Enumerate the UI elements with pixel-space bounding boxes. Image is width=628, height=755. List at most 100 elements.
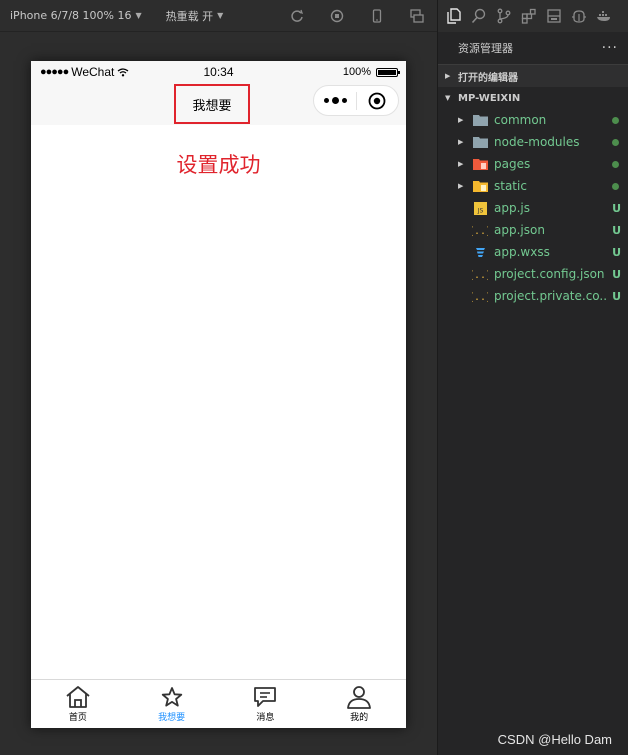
- static-folder-icon: [472, 179, 488, 193]
- chevron-right-icon: ▶: [458, 138, 464, 146]
- tree-item-app-json[interactable]: {..} app.json U: [438, 219, 628, 241]
- svg-text:JS: JS: [476, 207, 483, 214]
- source-control-tab[interactable]: [496, 8, 512, 24]
- watermark: CSDN @Hello Dam: [497, 732, 612, 747]
- tree-item-label: app.wxss: [494, 245, 550, 259]
- modified-dot: [612, 160, 619, 168]
- hot-reload-label: 热重载 开: [165, 9, 214, 23]
- svg-text:{..}: {..}: [472, 270, 488, 280]
- tree-item-label: project.private.co...: [494, 289, 606, 303]
- tab-bar: 首页 我想要 消息 我的: [31, 679, 406, 728]
- folder-icon: [472, 135, 488, 149]
- page-title: 我想要: [174, 84, 250, 124]
- json-file-icon: {..}: [472, 289, 488, 303]
- css-file-icon: [472, 245, 488, 259]
- chevron-right-icon: ▶: [445, 72, 451, 80]
- more-dot: [341, 98, 347, 103]
- device-label: iPhone 6/7/8 100% 16: [10, 9, 132, 22]
- tree-item-label: static: [494, 179, 527, 193]
- mini-program-capsule: [313, 85, 399, 116]
- chevron-down-icon: ▼: [445, 94, 451, 102]
- explorer-panel: 资源管理器 ··· ▶ 打开的编辑器 ▼ MP-WEIXIN ▶ common …: [437, 0, 628, 755]
- tree-item-project-private-config[interactable]: {..} project.private.co... U: [438, 285, 628, 307]
- tab-home[interactable]: 首页: [31, 680, 125, 728]
- tree-item-static[interactable]: ▶ static: [438, 175, 628, 197]
- untracked-status: U: [612, 267, 621, 281]
- page-title-text: 我想要: [192, 97, 232, 113]
- more-button[interactable]: [314, 97, 356, 104]
- tree-item-pages[interactable]: ▶ pages: [438, 153, 628, 175]
- navigation-bar: 我想要: [31, 83, 406, 125]
- hot-reload-toggle[interactable]: 热重载 开 ▼: [166, 8, 224, 24]
- star-icon: [161, 687, 182, 707]
- tree-item-label: node-modules: [494, 135, 580, 149]
- open-editors-section[interactable]: ▶ 打开的编辑器: [438, 64, 628, 87]
- explorer-header: 资源管理器 ···: [438, 32, 628, 64]
- tree-item-label: project.config.json: [494, 267, 605, 281]
- copy-icon[interactable]: [410, 9, 424, 23]
- search-tab[interactable]: [471, 8, 487, 24]
- json-file-icon: {..}: [472, 267, 488, 281]
- chevron-right-icon: ▶: [458, 116, 464, 124]
- modified-dot: [612, 182, 619, 190]
- stop-icon[interactable]: [330, 9, 344, 23]
- tab-mine[interactable]: 我的: [312, 680, 406, 728]
- battery-info: 100%: [342, 66, 400, 78]
- tree-item-label: app.json: [494, 223, 545, 237]
- svg-text:{..}: {..}: [472, 292, 488, 302]
- project-label: MP-WEIXIN: [458, 92, 521, 104]
- user-icon: [347, 686, 372, 709]
- chevron-down-icon: ▼: [217, 11, 224, 20]
- chevron-right-icon: ▶: [458, 160, 464, 168]
- js-file-icon: JS: [472, 201, 488, 215]
- untracked-status: U: [612, 245, 621, 259]
- storage-tab[interactable]: [546, 8, 562, 24]
- tab-want[interactable]: 我想要: [125, 680, 219, 728]
- tree-item-common[interactable]: ▶ common: [438, 109, 628, 131]
- extensions-tab[interactable]: [521, 8, 537, 24]
- close-circle-icon: [369, 92, 386, 109]
- explorer-title: 资源管理器: [458, 42, 513, 55]
- phone-screen: ●●●●● WeChat 10:34 100% 我想要 设置成功 首页 我想要 …: [31, 61, 406, 728]
- debug-tab[interactable]: [571, 8, 587, 24]
- status-bar: ●●●●● WeChat 10:34 100%: [31, 61, 406, 83]
- tab-label: 我想要: [158, 713, 186, 723]
- pages-folder-icon: [472, 157, 488, 171]
- tree-item-project-config[interactable]: {..} project.config.json U: [438, 263, 628, 285]
- files-icon: [447, 8, 461, 24]
- modified-dot: [612, 138, 619, 146]
- tab-messages[interactable]: 消息: [219, 680, 313, 728]
- compile-icon[interactable]: [290, 9, 304, 23]
- storage-icon: [547, 9, 561, 23]
- docker-tab[interactable]: [596, 8, 612, 24]
- more-actions-button[interactable]: ···: [602, 40, 618, 56]
- git-branch-icon: [497, 8, 511, 24]
- simulator-area: ●●●●● WeChat 10:34 100% 我想要 设置成功 首页 我想要 …: [0, 33, 437, 755]
- tab-label: 我的: [350, 713, 369, 723]
- close-button[interactable]: [357, 92, 398, 110]
- phone-preview-icon[interactable]: [370, 9, 384, 23]
- debug-icon: [572, 10, 586, 23]
- open-editors-label: 打开的编辑器: [458, 72, 518, 84]
- home-icon: [66, 686, 90, 708]
- activity-bar: [438, 0, 628, 32]
- tree-item-node-modules[interactable]: ▶ node-modules: [438, 131, 628, 153]
- untracked-status: U: [612, 201, 621, 215]
- battery-percent: 100%: [342, 66, 371, 78]
- folder-icon: [472, 113, 488, 127]
- modified-dot: [612, 116, 619, 124]
- more-dot: [331, 97, 339, 104]
- docker-icon: [597, 11, 610, 21]
- tree-item-app-wxss[interactable]: app.wxss U: [438, 241, 628, 263]
- files-tab[interactable]: [446, 8, 462, 24]
- tree-item-app-js[interactable]: JS app.js U: [438, 197, 628, 219]
- tab-label: 首页: [68, 713, 87, 723]
- untracked-status: U: [612, 223, 621, 237]
- page-content: 设置成功: [31, 125, 406, 680]
- device-selector[interactable]: iPhone 6/7/8 100% 16 ▼: [10, 9, 142, 22]
- project-section[interactable]: ▼ MP-WEIXIN: [438, 87, 628, 109]
- more-dot: [323, 98, 329, 103]
- untracked-status: U: [612, 289, 621, 303]
- tree-item-label: pages: [494, 157, 531, 171]
- battery-icon: [376, 67, 400, 77]
